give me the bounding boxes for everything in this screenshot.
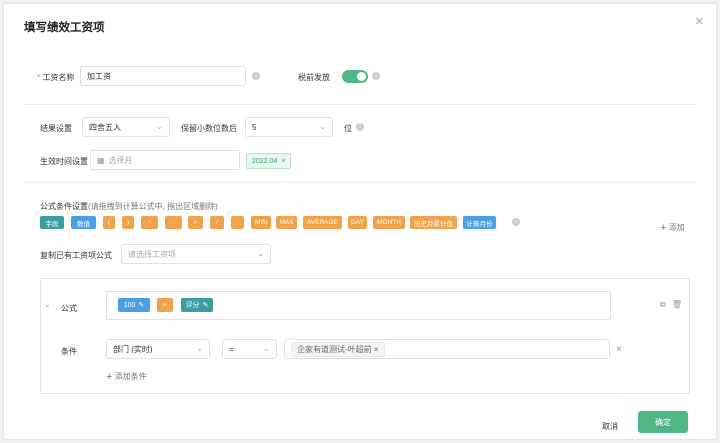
formula-chip[interactable]: ×	[188, 216, 203, 229]
copy-formula-label: 复制已有工资项公式	[40, 251, 112, 260]
close-icon[interactable]: ×	[281, 158, 285, 165]
decimal-select[interactable]: 5 ⌄	[245, 117, 333, 137]
month-picker[interactable]: ▦ 选择月	[90, 150, 240, 170]
condition-field-select[interactable]: 部门 (实时) ⌄	[106, 339, 210, 359]
formula-chip[interactable]: MONTH	[373, 216, 405, 229]
formula-chip[interactable]: MAX	[276, 216, 297, 229]
formula-chip[interactable]: /	[210, 216, 224, 229]
close-icon[interactable]: ✕	[695, 15, 704, 28]
condition-value-select[interactable]: 企家有道测试-叶超前 ×	[284, 339, 610, 359]
chevron-down-icon: ⌄	[156, 122, 163, 131]
formula-value-pill[interactable]: 100 ✎	[118, 298, 150, 312]
formula-chip[interactable]: AVERAGE	[303, 216, 342, 229]
copy-icon[interactable]: ⧉	[660, 300, 666, 310]
formula-chip[interactable]: -	[165, 216, 182, 229]
remove-condition-icon[interactable]: ×	[616, 344, 622, 355]
decimal-unit: 位	[344, 124, 352, 133]
formula-chip[interactable]: +	[141, 216, 158, 229]
dialog-title: 填写绩效工资项	[24, 22, 105, 34]
divider	[24, 104, 696, 105]
formula-operator-pill[interactable]: ×	[157, 298, 173, 312]
result-label: 结果设置	[40, 124, 72, 133]
formula-field-pill[interactable]: 评分 ✎	[181, 298, 213, 312]
divider	[24, 182, 696, 183]
decimal-label: 保留小数位数后	[181, 124, 237, 133]
name-input[interactable]: 加工资	[80, 66, 246, 86]
chevron-down-icon: ⌄	[319, 122, 326, 131]
edit-icon: ✎	[138, 302, 145, 309]
confirm-button[interactable]: 确定	[638, 411, 688, 433]
add-condition-button[interactable]: + 添加条件	[106, 371, 147, 383]
dialog: 填写绩效工资项 ✕ * 工资名称 加工资 i 税前发放 i 结果设置 四舍五入 ⌄…	[3, 3, 717, 440]
pretax-label: 税前发放	[298, 73, 330, 82]
effective-label: 生效时间设置	[40, 157, 88, 166]
formula-label: 公式	[61, 304, 77, 313]
condition-value-tag: 企家有道测试-叶超前 ×	[291, 341, 385, 357]
trash-icon[interactable]: 🗑	[672, 300, 682, 309]
close-icon[interactable]: ×	[374, 345, 379, 354]
rounding-select[interactable]: 四舍五入 ⌄	[82, 117, 170, 137]
formula-chip[interactable]: )	[122, 216, 134, 229]
info-icon[interactable]: i	[356, 123, 364, 131]
plus-icon: +	[106, 371, 113, 383]
info-icon[interactable]: i	[372, 72, 380, 80]
formula-settings-label: 公式条件设置(请拖拽到计算公式中, 拖出区域删除)	[40, 202, 218, 211]
name-label: * 工资名称	[37, 73, 75, 82]
chevron-down-icon: ⌄	[263, 344, 270, 353]
chevron-down-icon: ⌄	[257, 249, 264, 258]
edit-icon: ✎	[202, 302, 209, 309]
calendar-icon: ▦	[97, 155, 105, 165]
pretax-toggle[interactable]	[342, 70, 368, 83]
formula-chip[interactable]: ,	[231, 216, 244, 229]
plus-icon: +	[660, 222, 667, 234]
formula-chip[interactable]: 数值	[71, 216, 96, 229]
add-chip-button[interactable]: + 添加	[660, 222, 685, 234]
chevron-down-icon[interactable]: ⌄	[44, 300, 51, 309]
month-tag: 2022.04 ×	[246, 153, 292, 169]
info-icon[interactable]: i	[252, 72, 260, 80]
formula-chip[interactable]: 计算月份	[463, 216, 496, 229]
formula-chip[interactable]: DAY	[348, 216, 367, 229]
condition-operator-select[interactable]: = ⌄	[222, 339, 277, 359]
chevron-down-icon: ⌄	[196, 344, 203, 353]
copy-formula-select[interactable]: 请选择工资项 ⌄	[121, 244, 271, 264]
formula-chip[interactable]: MIN	[251, 216, 271, 229]
formula-chip[interactable]: 字段	[40, 216, 64, 229]
cancel-button[interactable]: 取消	[602, 421, 618, 432]
info-icon[interactable]: i	[512, 218, 520, 226]
formula-chip[interactable]: (	[103, 216, 115, 229]
condition-label: 条件	[61, 347, 77, 356]
formula-chip[interactable]: 历史月累计值	[410, 216, 457, 229]
